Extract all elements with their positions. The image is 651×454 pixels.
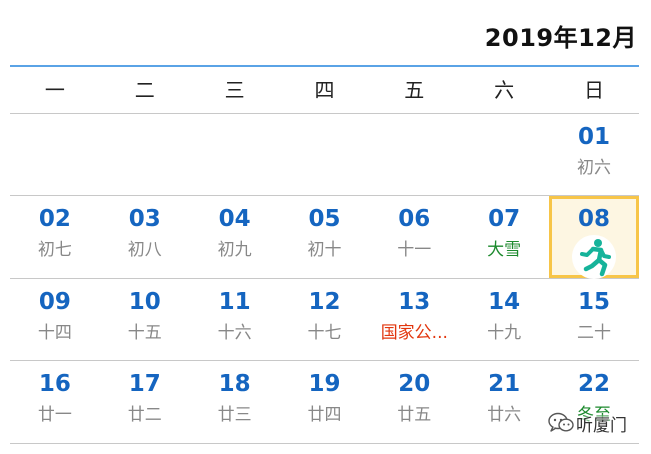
weekday-sun: 日 <box>583 78 604 102</box>
day-number: 16 <box>38 371 71 397</box>
running-person-icon <box>571 235 616 279</box>
weekday-header: 一 二 三 四 五 六 日 <box>10 67 639 114</box>
lunar-date: 初七 <box>37 240 72 260</box>
day-cell[interactable]: 17 廿二 <box>100 361 190 443</box>
day-number: 06 <box>398 206 431 232</box>
lunar-date: 廿六 <box>487 405 522 425</box>
calendar-grid: 01 初六 02 初七 03 初八 04 初九 05 初十 06 十一 07 大… <box>10 114 639 444</box>
wechat-icon <box>548 412 574 434</box>
lunar-date: 二十 <box>576 322 611 343</box>
day-cell[interactable]: 16 廿一 <box>10 361 100 443</box>
watermark-text: 听厦门 <box>576 415 627 436</box>
day-cell[interactable]: 07 大雪 <box>459 196 549 278</box>
day-number: 09 <box>38 288 71 315</box>
day-cell-empty <box>100 114 190 195</box>
day-number: 04 <box>218 206 251 232</box>
day-number: 07 <box>488 206 521 232</box>
day-cell[interactable]: 14 十九 <box>459 279 549 361</box>
weekday-thu: 四 <box>314 78 335 102</box>
day-number: 18 <box>218 371 251 397</box>
week-row: 02 初七 03 初八 04 初九 05 初十 06 十一 07 大雪 08 <box>10 196 639 279</box>
day-cell[interactable]: 11 十六 <box>190 279 280 361</box>
month-title: 2019年12月 <box>484 24 637 52</box>
weekday-sat: 六 <box>494 78 515 102</box>
day-cell[interactable]: 18 廿三 <box>190 361 280 443</box>
lunar-date: 初八 <box>127 240 162 260</box>
day-number: 17 <box>128 371 161 397</box>
day-cell-empty <box>369 114 459 195</box>
day-number: 20 <box>398 371 431 397</box>
holiday-label: 国家公... <box>380 322 448 343</box>
day-cell[interactable]: 15 二十 <box>549 279 639 361</box>
day-cell[interactable]: 09 十四 <box>10 279 100 361</box>
day-cell-empty <box>280 114 370 195</box>
day-cell[interactable]: 12 十七 <box>280 279 370 361</box>
lunar-date: 廿一 <box>37 405 72 425</box>
day-number: 10 <box>128 288 161 315</box>
day-cell[interactable]: 04 初九 <box>190 196 280 278</box>
day-number: 01 <box>577 124 610 150</box>
day-cell[interactable]: 21 廿六 <box>459 361 549 443</box>
lunar-date: 十六 <box>217 322 252 343</box>
lunar-date: 十一 <box>397 240 432 260</box>
day-number: 03 <box>128 206 161 232</box>
day-cell[interactable]: 03 初八 <box>100 196 190 278</box>
day-number: 08 <box>577 206 610 232</box>
day-cell-empty <box>459 114 549 195</box>
day-number: 05 <box>308 206 341 232</box>
lunar-date: 十七 <box>307 322 342 343</box>
day-number: 22 <box>577 371 610 397</box>
weekday-wed: 三 <box>224 78 245 102</box>
week-row: 01 初六 <box>10 114 639 196</box>
lunar-date: 廿五 <box>397 405 432 425</box>
lunar-date: 十五 <box>127 322 162 343</box>
day-number: 11 <box>218 288 251 315</box>
week-row: 16 廿一 17 廿二 18 廿三 19 廿四 20 廿五 21 廿六 22 冬… <box>10 361 639 444</box>
day-number: 13 <box>398 288 431 315</box>
day-cell[interactable]: 10 十五 <box>100 279 190 361</box>
lunar-date: 十四 <box>37 322 72 343</box>
lunar-date: 初六 <box>576 158 611 178</box>
weekday-tue: 二 <box>134 78 155 102</box>
day-cell-empty <box>10 114 100 195</box>
lunar-date: 廿三 <box>217 405 252 425</box>
day-cell[interactable]: 19 廿四 <box>280 361 370 443</box>
day-number: 02 <box>38 206 71 232</box>
weekday-mon: 一 <box>44 78 65 102</box>
day-cell[interactable]: 20 廿五 <box>369 361 459 443</box>
lunar-date: 廿四 <box>307 405 342 425</box>
day-number: 14 <box>488 288 521 315</box>
day-cell[interactable]: 06 十一 <box>369 196 459 278</box>
lunar-date: 初十 <box>307 240 342 260</box>
lunar-date: 初九 <box>217 240 252 260</box>
lunar-date: 十九 <box>487 322 522 343</box>
weekday-fri: 五 <box>404 78 425 102</box>
lunar-date: 廿二 <box>127 405 162 425</box>
day-cell[interactable]: 02 初七 <box>10 196 100 278</box>
solar-term-label: 大雪 <box>487 240 522 260</box>
day-cell[interactable]: 01 初六 <box>549 114 639 195</box>
day-number: 21 <box>488 371 521 397</box>
watermark: 听厦门 <box>548 405 648 441</box>
day-cell[interactable]: 13 国家公... <box>369 279 459 361</box>
week-row: 09 十四 10 十五 11 十六 12 十七 13 国家公... 14 十九 <box>10 279 639 361</box>
day-number: 15 <box>577 288 610 315</box>
day-cell-today[interactable]: 08 <box>549 196 639 279</box>
day-cell[interactable]: 05 初十 <box>280 196 370 278</box>
day-number: 12 <box>308 288 341 315</box>
day-cell-empty <box>190 114 280 195</box>
day-number: 19 <box>308 371 341 397</box>
